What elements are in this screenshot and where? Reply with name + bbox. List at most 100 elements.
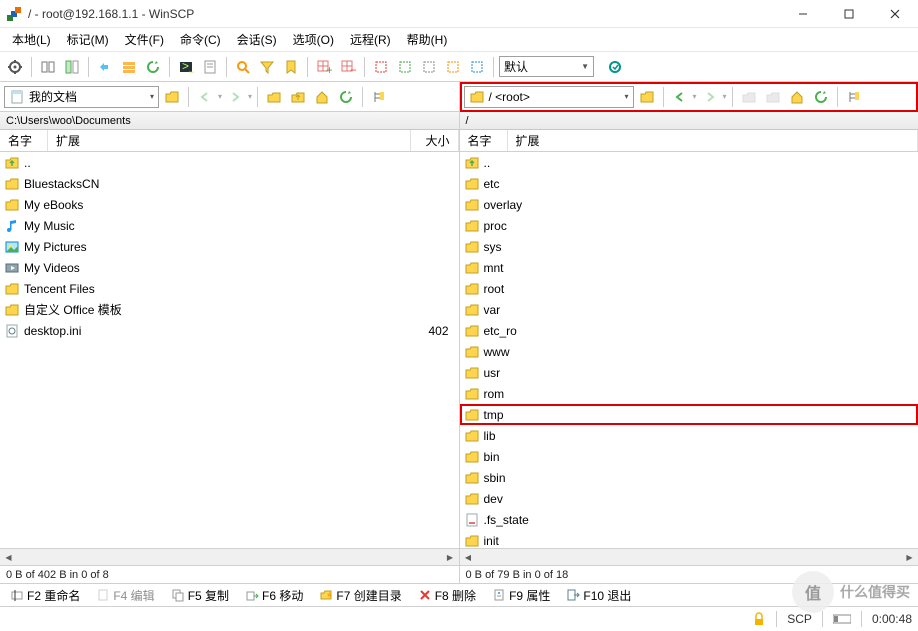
list-item[interactable]: My Music	[0, 215, 459, 236]
list-item[interactable]: var	[460, 299, 918, 320]
list-item[interactable]: .fs_state	[460, 509, 918, 530]
queue-icon[interactable]	[118, 56, 140, 78]
scroll-right-icon[interactable]: ▶	[442, 549, 459, 566]
bookmark-icon[interactable]	[280, 56, 302, 78]
editor-icon[interactable]	[199, 56, 221, 78]
menu-item[interactable]: 命令(C)	[172, 28, 229, 51]
minimize-button[interactable]	[780, 0, 826, 28]
menu-item[interactable]: 文件(F)	[117, 28, 172, 51]
forward-icon[interactable]	[699, 86, 721, 108]
transfer-preset-combo[interactable]: 默认 ▼	[499, 56, 594, 77]
terminal-icon[interactable]: >_	[175, 56, 197, 78]
grid-remove-icon[interactable]: −	[337, 56, 359, 78]
fn-move-button[interactable]: F6 移动	[239, 585, 309, 606]
list-item[interactable]: dev	[460, 488, 918, 509]
remote-header-name[interactable]: 名字	[460, 130, 508, 151]
transfer-settings-icon[interactable]	[604, 56, 626, 78]
scroll-left-icon[interactable]: ◀	[460, 549, 477, 566]
local-hscroll[interactable]: ◀ ▶	[0, 548, 459, 565]
list-item[interactable]: sbin	[460, 467, 918, 488]
scroll-right-icon[interactable]: ▶	[901, 549, 918, 566]
tree-icon[interactable]	[368, 86, 390, 108]
fn-rename-button[interactable]: F2 重命名	[4, 585, 86, 606]
list-item[interactable]: bin	[460, 446, 918, 467]
list-item[interactable]: overlay	[460, 194, 918, 215]
remote-header-ext[interactable]: 扩展	[508, 130, 918, 151]
close-button[interactable]	[872, 0, 918, 28]
parent-dir-icon[interactable]	[263, 86, 285, 108]
fn-delete-button[interactable]: F8 删除	[412, 585, 482, 606]
local-header-ext[interactable]: 扩展	[48, 130, 411, 151]
local-drive-combo[interactable]: 我的文档 ▾	[4, 86, 159, 108]
list-item[interactable]: www	[460, 341, 918, 362]
forward-icon[interactable]	[224, 86, 246, 108]
remote-dir-combo[interactable]: / <root> ▾	[464, 86, 634, 108]
root-dir-icon[interactable]	[762, 86, 784, 108]
list-item[interactable]: tmp	[460, 404, 918, 425]
local-header-size[interactable]: 大小	[411, 130, 459, 151]
fn-exit-button[interactable]: F10 退出	[560, 585, 637, 606]
list-item[interactable]: mnt	[460, 257, 918, 278]
fn-copy-button[interactable]: F5 复制	[165, 585, 235, 606]
menu-item[interactable]: 本地(L)	[4, 28, 59, 51]
select-green-icon[interactable]	[394, 56, 416, 78]
list-item[interactable]: My eBooks	[0, 194, 459, 215]
find-icon[interactable]	[232, 56, 254, 78]
open-folder-icon[interactable]	[636, 86, 658, 108]
list-item[interactable]: My Videos	[0, 257, 459, 278]
remote-path[interactable]: /	[460, 112, 918, 130]
list-item[interactable]: etc_ro	[460, 320, 918, 341]
list-item[interactable]: proc	[460, 215, 918, 236]
list-item[interactable]: desktop.ini402	[0, 320, 459, 341]
local-path[interactable]: C:\Users\woo\Documents	[0, 112, 459, 130]
list-item[interactable]: BluestacksCN	[0, 173, 459, 194]
back-icon[interactable]	[669, 86, 691, 108]
select-blue-icon[interactable]	[466, 56, 488, 78]
list-item[interactable]: init	[460, 530, 918, 548]
list-item[interactable]: ..	[460, 152, 918, 173]
sync-icon[interactable]	[94, 56, 116, 78]
menu-item[interactable]: 帮助(H)	[399, 28, 456, 51]
root-dir-icon[interactable]	[287, 86, 309, 108]
menu-item[interactable]: 会话(S)	[229, 28, 285, 51]
list-item[interactable]: lib	[460, 425, 918, 446]
list-item[interactable]: My Pictures	[0, 236, 459, 257]
compare-icon[interactable]	[61, 56, 83, 78]
list-item[interactable]: usr	[460, 362, 918, 383]
list-item[interactable]: Tencent Files	[0, 278, 459, 299]
parent-dir-icon[interactable]	[738, 86, 760, 108]
back-icon[interactable]	[194, 86, 216, 108]
filter-icon[interactable]	[256, 56, 278, 78]
list-item[interactable]: 自定义 Office 模板	[0, 299, 459, 320]
tree-icon[interactable]	[843, 86, 865, 108]
options-icon[interactable]	[4, 56, 26, 78]
local-header-name[interactable]: 名字	[0, 130, 48, 151]
scroll-left-icon[interactable]: ◀	[0, 549, 17, 566]
list-item[interactable]: ..	[0, 152, 459, 173]
home-dir-icon[interactable]	[311, 86, 333, 108]
refresh-local-icon[interactable]	[335, 86, 357, 108]
select-gray-icon[interactable]	[418, 56, 440, 78]
menu-item[interactable]: 选项(O)	[285, 28, 342, 51]
fn-props-button[interactable]: F9 属性	[486, 585, 556, 606]
select-orange-icon[interactable]	[442, 56, 464, 78]
remote-hscroll[interactable]: ◀ ▶	[460, 548, 918, 565]
statusbar: SCP 0:00:48	[0, 607, 918, 631]
fn-mkdir-button[interactable]: *F7 创建目录	[313, 585, 407, 606]
maximize-button[interactable]	[826, 0, 872, 28]
select-red-icon[interactable]	[370, 56, 392, 78]
refresh-icon[interactable]	[142, 56, 164, 78]
open-folder-icon[interactable]	[161, 86, 183, 108]
list-item[interactable]: root	[460, 278, 918, 299]
local-file-list[interactable]: ..BluestacksCNMy eBooksMy MusicMy Pictur…	[0, 152, 459, 548]
remote-file-list[interactable]: ..etcoverlayprocsysmntrootvaretc_rowwwus…	[460, 152, 918, 548]
grid-add-icon[interactable]: +	[313, 56, 335, 78]
list-item[interactable]: rom	[460, 383, 918, 404]
list-item[interactable]: sys	[460, 236, 918, 257]
menu-item[interactable]: 远程(R)	[342, 28, 399, 51]
menu-item[interactable]: 标记(M)	[59, 28, 117, 51]
list-item[interactable]: etc	[460, 173, 918, 194]
home-dir-icon[interactable]	[786, 86, 808, 108]
refresh-remote-icon[interactable]	[810, 86, 832, 108]
sync-browse-icon[interactable]	[37, 56, 59, 78]
